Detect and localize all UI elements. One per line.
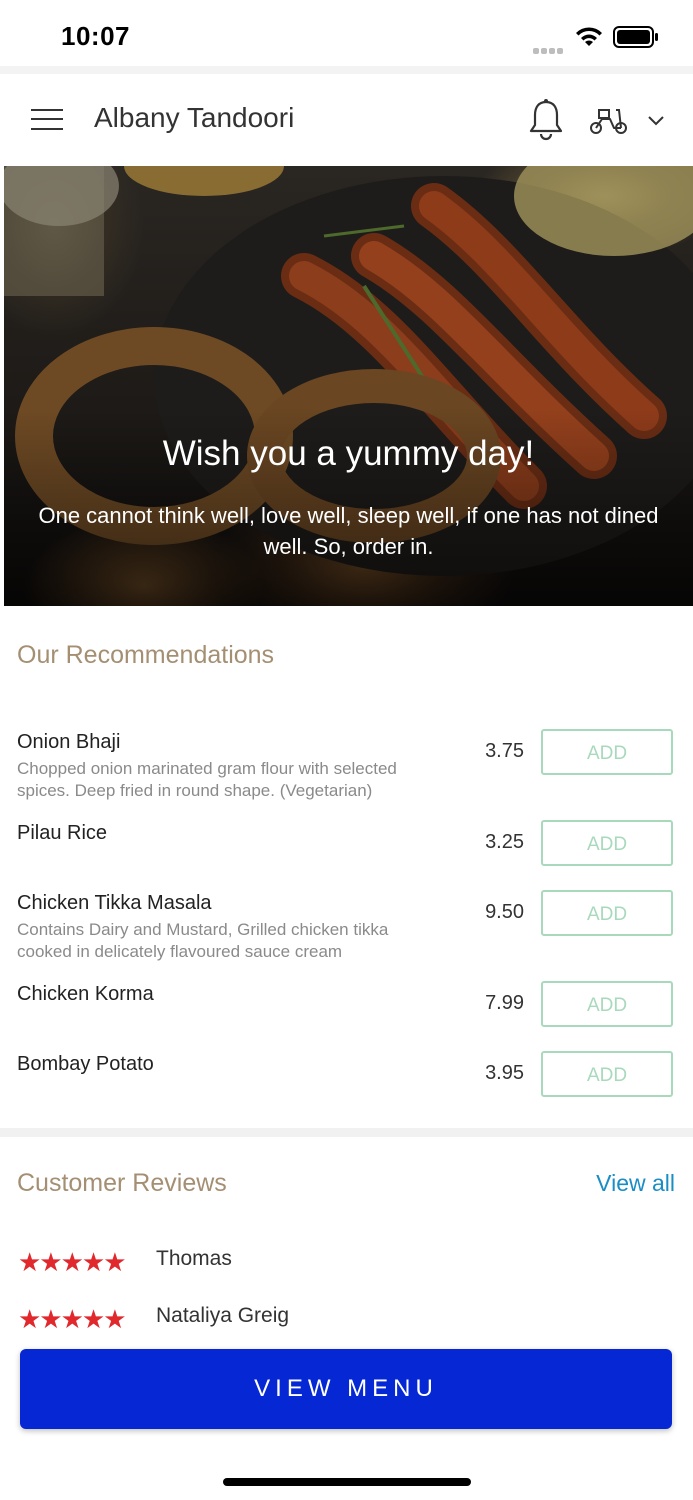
add-button[interactable]: ADD (541, 890, 673, 936)
recommendations-title: Our Recommendations (17, 641, 275, 669)
star-rating: ★★★★★ (18, 1247, 127, 1278)
item-name: Bombay Potato (17, 1053, 154, 1075)
item-price: 3.25 (485, 831, 524, 853)
app-header: Albany Tandoori (0, 74, 693, 166)
status-time: 10:07 (61, 21, 130, 51)
reviews-title: Customer Reviews (17, 1169, 227, 1197)
hero-title: Wish you a yummy day! (162, 434, 535, 473)
item-price: 3.75 (485, 740, 524, 762)
item-name: Chicken Tikka Masala (17, 892, 212, 914)
add-button[interactable]: ADD (541, 981, 673, 1027)
star-rating: ★★★★★ (18, 1304, 127, 1335)
hero-banner: Wish you a yummy day! One cannot think w… (4, 166, 693, 606)
home-indicator[interactable] (223, 1478, 471, 1486)
hamburger-menu-icon[interactable] (27, 104, 67, 134)
status-bar: 10:07 (0, 0, 693, 70)
star-icon: ★★★★★ (18, 1304, 127, 1334)
add-button[interactable]: ADD (541, 729, 673, 775)
add-button[interactable]: ADD (541, 1051, 673, 1097)
reviewer-name: Nataliya Greig (156, 1304, 290, 1327)
item-price: 3.95 (485, 1062, 524, 1084)
battery-icon (613, 26, 658, 48)
star-icon: ★★★★★ (18, 1247, 127, 1277)
item-name: Pilau Rice (17, 822, 108, 844)
bell-icon[interactable] (526, 98, 566, 142)
section-divider (0, 1128, 693, 1137)
view-menu-button[interactable]: VIEW MENU (20, 1349, 672, 1429)
wifi-icon (576, 27, 602, 46)
item-description: Chopped onion marinated gram flour with … (17, 759, 397, 800)
reviewer-name: Thomas (156, 1247, 232, 1270)
cellular-signal-icon (533, 41, 567, 54)
item-price: 9.50 (485, 901, 524, 923)
status-divider (0, 66, 693, 74)
item-description: Contains Dairy and Mustard, Grilled chic… (17, 920, 389, 961)
restaurant-title: Albany Tandoori (94, 102, 295, 133)
view-all-link[interactable]: View all (575, 1170, 675, 1197)
item-name: Onion Bhaji (17, 731, 121, 753)
item-name: Chicken Korma (17, 983, 154, 1005)
add-button[interactable]: ADD (541, 820, 673, 866)
scooter-icon[interactable] (588, 104, 630, 136)
item-price: 7.99 (485, 992, 524, 1014)
chevron-down-icon[interactable] (646, 114, 666, 128)
hero-subtitle: One cannot think well, love well, sleep … (38, 503, 659, 559)
